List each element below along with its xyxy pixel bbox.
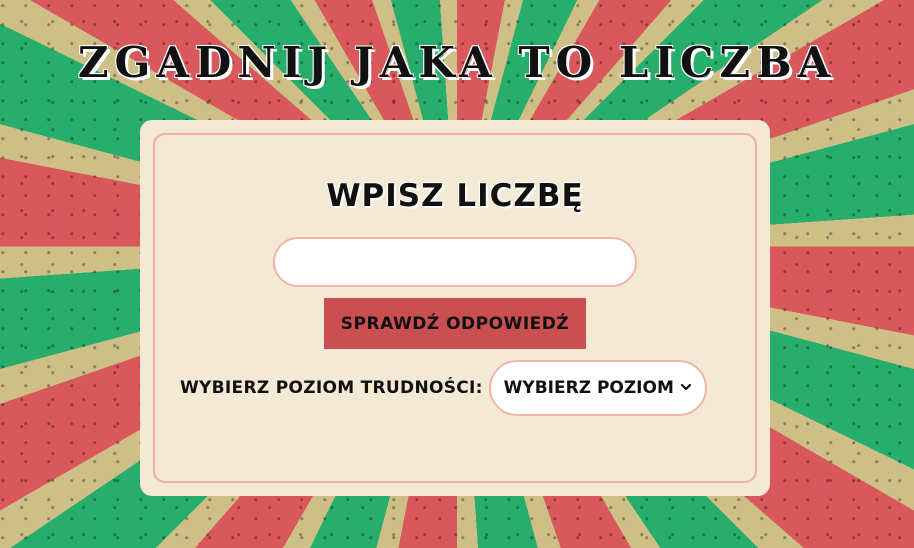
difficulty-row: Wybierz poziom trudności: Wybierz poziom [180, 360, 707, 416]
difficulty-label: Wybierz poziom trudności: [180, 378, 483, 398]
check-answer-button[interactable]: Sprawdź odpowiedź [324, 298, 586, 349]
enter-number-heading: Wpisz liczbę [326, 178, 584, 214]
game-card: Wpisz liczbę Sprawdź odpowiedź Wybierz p… [140, 120, 770, 496]
chevron-down-icon [680, 381, 692, 396]
difficulty-select[interactable]: Wybierz poziom [488, 360, 707, 416]
number-input[interactable] [273, 237, 637, 287]
page-title: Zgadnij jaka to liczba [77, 38, 837, 87]
difficulty-select-value: Wybierz poziom [503, 378, 674, 398]
